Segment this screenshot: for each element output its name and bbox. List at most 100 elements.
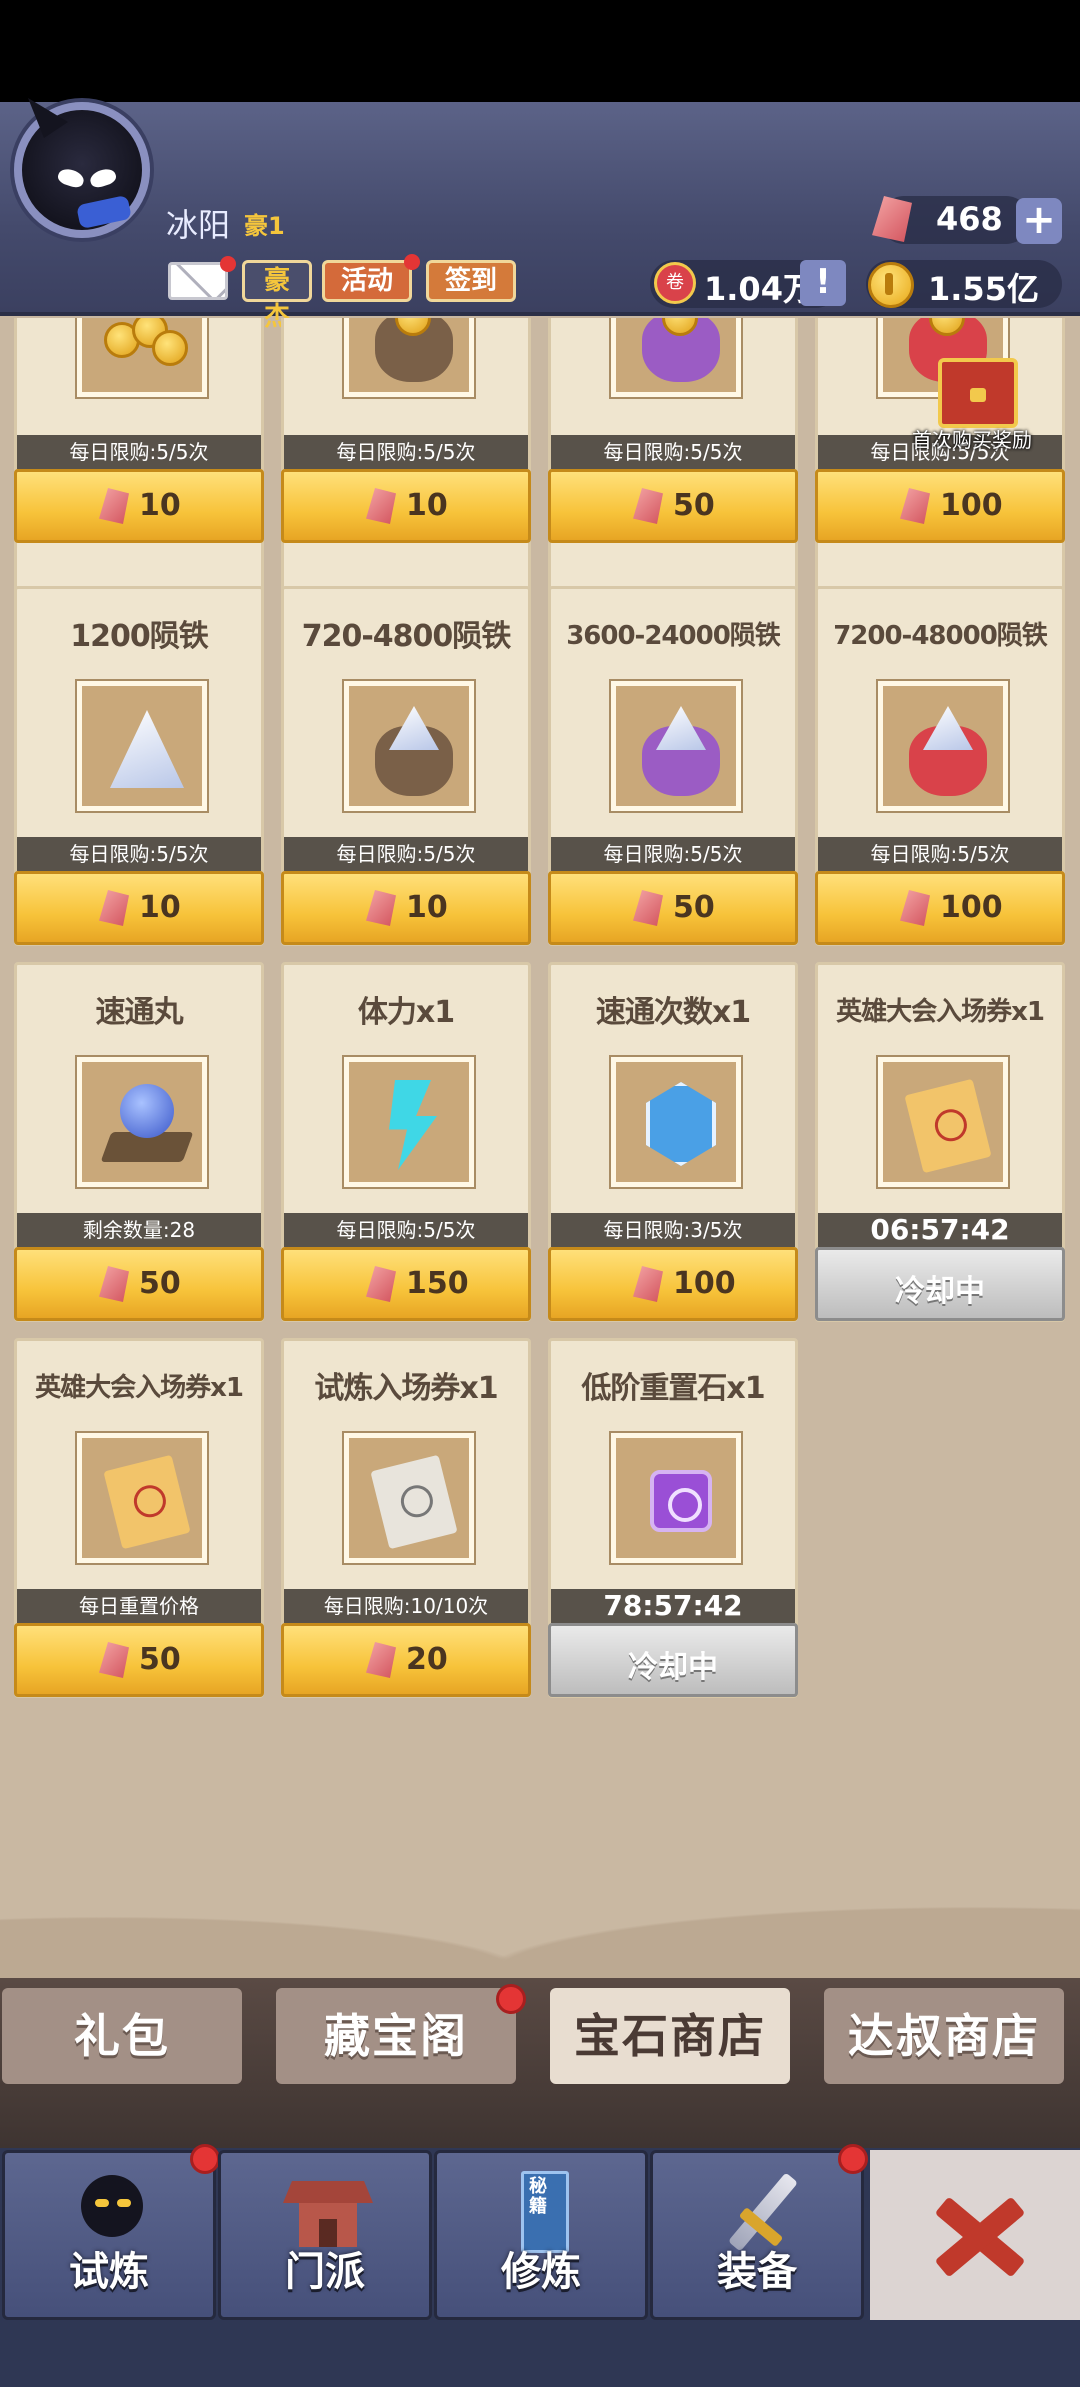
reset-stone-icon	[616, 1438, 736, 1558]
buy-button[interactable]: 10	[281, 871, 531, 945]
item-title: 720-4800陨铁	[301, 619, 512, 654]
shop-item-card[interactable]: 720-4800陨铁 每日限购:5/5次 10	[281, 586, 531, 946]
shop-item-card[interactable]: 每日限购:5/5次 10	[14, 318, 264, 618]
price: 100	[940, 890, 1003, 925]
crystal-ball-icon	[82, 1062, 202, 1182]
nav-trial[interactable]: 试炼	[2, 2150, 216, 2320]
shop-item-card[interactable]: 试炼入场券x1 每日限购:10/10次 20	[281, 1338, 531, 1698]
player-name: 冰阳	[166, 206, 231, 244]
nav-equipment[interactable]: 装备	[650, 2150, 864, 2320]
buy-button[interactable]: 10	[281, 469, 531, 543]
price: 50	[673, 890, 715, 925]
cooldown-button: 冷却中	[815, 1247, 1065, 1321]
cooldown-button: 冷却中	[548, 1623, 798, 1697]
daily-reset-note: 每日重置价格	[17, 1589, 261, 1623]
shop-item-card[interactable]: 速通次数x1 每日限购:3/5次 100	[548, 962, 798, 1322]
gem-icon	[633, 488, 663, 524]
cooldown-timer: 06:57:42	[818, 1213, 1062, 1247]
coin-count: 1.55亿	[928, 270, 1039, 308]
price: 100	[673, 1266, 736, 1301]
price: 50	[139, 1642, 181, 1677]
shop-item-card[interactable]: 体力x1 每日限购:5/5次 150	[281, 962, 531, 1322]
status-bar	[0, 0, 1080, 102]
nav-footer	[0, 2320, 1080, 2387]
notification-dot	[404, 254, 420, 270]
tab-treasure-pavilion[interactable]: 藏宝阁	[276, 1988, 516, 2084]
blue-hexagon-icon	[616, 1062, 736, 1182]
nav-label: 试炼	[69, 2249, 149, 2295]
price: 20	[406, 1642, 448, 1677]
item-icon-frame	[344, 681, 474, 811]
buy-button[interactable]: 100	[815, 469, 1065, 543]
buy-button[interactable]: 100	[548, 1247, 798, 1321]
tab-gift-pack[interactable]: 礼包	[2, 1988, 242, 2084]
buy-button[interactable]: 50	[14, 1247, 264, 1321]
buy-button[interactable]: 10	[14, 871, 264, 945]
item-title: 速通丸	[95, 995, 184, 1030]
price: 10	[139, 890, 181, 925]
price: 150	[406, 1266, 469, 1301]
tab-uncle-da-shop[interactable]: 达叔商店	[824, 1988, 1064, 2084]
coin-bag-icon	[616, 318, 736, 392]
coin-bag-icon	[349, 318, 469, 392]
purchase-limit: 每日限购:5/5次	[818, 837, 1062, 871]
buy-button[interactable]: 50	[548, 469, 798, 543]
shop-item-card[interactable]: 1200陨铁 每日限购:5/5次 10	[14, 586, 264, 946]
avatar-eye	[56, 166, 86, 190]
item-icon-frame	[77, 318, 207, 397]
vip-badge: 豪1	[244, 212, 285, 240]
gem-icon	[900, 488, 930, 524]
tab-gem-shop[interactable]: 宝石商店	[550, 1988, 790, 2084]
shop-item-grid: 每日限购:5/5次 10 每日限购:5/5次 10 每日限购:5/5次 50 每…	[0, 318, 1080, 1978]
price: 10	[406, 488, 448, 523]
purchase-limit: 每日限购:5/5次	[284, 435, 528, 469]
item-icon-frame	[344, 1057, 474, 1187]
avatar-eye	[88, 166, 118, 190]
cooldown-label: 冷却中	[628, 1650, 718, 1685]
mail-icon[interactable]	[168, 262, 228, 300]
item-icon-frame	[878, 1057, 1008, 1187]
buy-button[interactable]: 100	[815, 871, 1065, 945]
ticket-symbol: 卷	[666, 272, 684, 293]
hero-button[interactable]: 豪杰	[242, 260, 312, 332]
shop-item-card[interactable]: 每日限购:5/5次 50	[548, 318, 798, 618]
add-gems-button[interactable]: +	[1016, 198, 1062, 244]
purchase-limit: 每日限购:5/5次	[284, 1213, 528, 1247]
item-title: 7200-48000陨铁	[833, 621, 1048, 651]
lightning-bolt-icon	[349, 1062, 469, 1182]
shop-item-card[interactable]: 英雄大会入场券x1 06:57:42 冷却中	[815, 962, 1065, 1322]
cooldown-label: 冷却中	[895, 1274, 985, 1309]
activity-button[interactable]: 活动	[322, 260, 412, 302]
nav-sect[interactable]: 门派	[218, 2150, 432, 2320]
coins-icon	[82, 318, 202, 392]
shop-item-card[interactable]: 7200-48000陨铁 每日限购:5/5次 100	[815, 586, 1065, 946]
first-purchase-label: 首次购买奖励	[912, 428, 1032, 452]
buy-button[interactable]: 150	[281, 1247, 531, 1321]
treasure-chest-icon	[938, 358, 1018, 428]
gem-icon	[366, 1642, 396, 1678]
gem-icon	[900, 890, 930, 926]
purchase-limit: 每日限购:5/5次	[17, 837, 261, 871]
item-icon-frame	[77, 1433, 207, 1563]
nav-cultivation[interactable]: 秘籍 修炼	[434, 2150, 648, 2320]
notification-dot	[220, 256, 236, 272]
item-icon-frame	[878, 681, 1008, 811]
buy-button[interactable]: 50	[14, 1623, 264, 1697]
price: 100	[940, 488, 1003, 523]
shop-item-card[interactable]: 英雄大会入场券x1 每日重置价格 50	[14, 1338, 264, 1698]
buy-button[interactable]: 10	[14, 469, 264, 543]
shop-item-card[interactable]: 每日限购:5/5次 10	[281, 318, 531, 618]
shop-item-card[interactable]: 3600-24000陨铁 每日限购:5/5次 50	[548, 586, 798, 946]
close-button[interactable]	[870, 2150, 1080, 2320]
buy-button[interactable]: 20	[281, 1623, 531, 1697]
ticket-info-button[interactable]: !	[800, 260, 846, 306]
remaining-quantity: 剩余数量:28	[17, 1213, 261, 1247]
shop-tab-bar: 礼包 藏宝阁 宝石商店 达叔商店	[0, 1978, 1080, 2148]
buy-button[interactable]: 50	[548, 871, 798, 945]
ticket-scroll-icon	[883, 1062, 1003, 1182]
signin-button[interactable]: 签到	[426, 260, 516, 302]
shop-item-card[interactable]: 低阶重置石x1 78:57:42 冷却中	[548, 1338, 798, 1698]
shop-item-card[interactable]: 速通丸 剩余数量:28 50	[14, 962, 264, 1322]
nav-label: 装备	[717, 2249, 797, 2295]
player-avatar[interactable]	[14, 98, 150, 238]
